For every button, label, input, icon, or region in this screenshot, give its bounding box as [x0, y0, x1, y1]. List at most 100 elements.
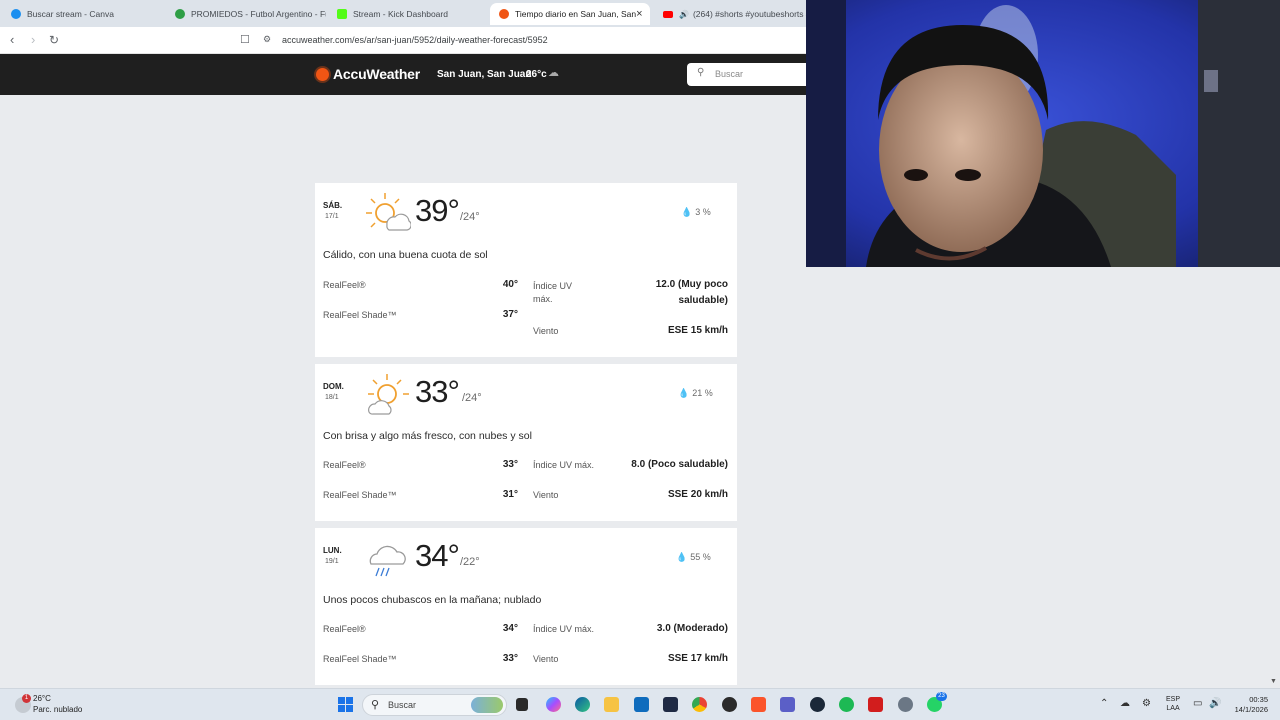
- site-search-input[interactable]: ⚲ Buscar: [687, 63, 817, 86]
- forecast-high: 34°: [415, 538, 460, 573]
- partly-sunny-icon: [366, 193, 411, 231]
- flash-app-icon[interactable]: [868, 697, 883, 712]
- precipitation: 💧 21 %: [678, 388, 713, 399]
- forecast-day: DOM.: [323, 382, 344, 391]
- outlook-icon[interactable]: [634, 697, 649, 712]
- steam-icon[interactable]: [810, 697, 825, 712]
- realfeel-value: 40°: [502, 279, 518, 290]
- tab-label: Stream - Kick Dashboard: [353, 9, 448, 19]
- search-placeholder: Buscar: [715, 69, 744, 79]
- realfeel-label: RealFeel®: [323, 460, 366, 470]
- brave-icon[interactable]: [751, 697, 766, 712]
- canva-icon: [11, 9, 21, 19]
- forecast-date: 18/1: [325, 394, 339, 401]
- forecast-phrase: Con brisa y algo más fresco, con nubes y…: [323, 430, 532, 442]
- forecast-day: SÁB.: [323, 201, 343, 210]
- realfeel-value: 34°: [502, 623, 518, 634]
- wind-value: ESE 15 km/h: [667, 325, 728, 336]
- search-icon: ⚲: [697, 67, 705, 78]
- whatsapp-badge: 23: [936, 692, 947, 701]
- rain-showers-icon: [369, 545, 406, 577]
- forecast-card[interactable]: DOM. 18/1 33° /24° 💧 21 % Con brisa y alg…: [315, 364, 737, 521]
- wind-label: Viento: [533, 490, 559, 500]
- forecast-card[interactable]: SÁB. 17/1 39° /24° 💧 3 % Cálido, con una …: [315, 183, 737, 357]
- webcam-overlay: [806, 0, 1280, 267]
- forecast-high: 39°: [415, 193, 460, 228]
- tab-accuweather[interactable]: Tiempo diario en San Juan, San ×: [490, 3, 650, 25]
- task-view-icon[interactable]: [516, 698, 528, 711]
- site-info-icon[interactable]: ⚙: [263, 34, 271, 45]
- forecast-low: /24°: [460, 211, 480, 223]
- uv-label: Índice UV máx.: [533, 460, 595, 470]
- realfeel-shade-value: 31°: [502, 489, 518, 500]
- uv-value: 3.0 (Moderado): [656, 623, 728, 634]
- windows-start-icon[interactable]: [338, 697, 353, 712]
- scroll-down-icon[interactable]: ▼: [1270, 678, 1277, 685]
- precip-value: 55 %: [690, 552, 711, 562]
- tab-canva[interactable]: Buscar stream - Canva: [2, 3, 162, 25]
- file-explorer-icon[interactable]: [604, 697, 619, 712]
- bookmark-icon[interactable]: ☐: [240, 33, 250, 46]
- realfeel-shade-label: RealFeel Shade™: [323, 654, 397, 664]
- store-icon[interactable]: [663, 697, 678, 712]
- accuweather-logo[interactable]: AccuWeather: [316, 66, 420, 82]
- forward-icon[interactable]: ›: [31, 32, 35, 47]
- uv-label: Índice UV máx.: [533, 624, 595, 634]
- realfeel-value: 33°: [502, 459, 518, 470]
- taskbar-search-input[interactable]: ⚲ Buscar: [362, 694, 507, 716]
- uv-value-cont: saludable): [678, 295, 728, 306]
- forecast-date: 17/1: [325, 213, 339, 220]
- network-tray-icon[interactable]: ☁: [1120, 698, 1130, 709]
- reload-icon[interactable]: ↻: [49, 33, 59, 47]
- tab-youtube[interactable]: 🔊 (264) #shorts #youtubeshorts #s: [654, 3, 806, 25]
- forecast-low: /24°: [462, 392, 482, 404]
- teams-icon[interactable]: [780, 697, 795, 712]
- uv-label-cont: máx.: [533, 294, 553, 304]
- chevron-up-icon[interactable]: ⌃: [1100, 698, 1108, 709]
- precipitation: 💧 3 %: [681, 207, 711, 218]
- back-icon[interactable]: ‹: [10, 32, 14, 47]
- forecast-card[interactable]: LUN. 19/1 34° /22° 💧 55 % Unos pocos chub…: [315, 528, 737, 685]
- volume-icon[interactable]: 🔊: [1209, 698, 1221, 709]
- tab-promiedos[interactable]: PROMIEDOS - Futbol Argentino - Fu: [166, 3, 326, 25]
- uv-value: 8.0 (Poco saludable): [631, 459, 728, 470]
- accuweather-icon: [499, 9, 509, 19]
- precipitation: 💧 55 %: [676, 552, 711, 563]
- current-location[interactable]: San Juan, San Juan: [437, 69, 531, 80]
- precip-value: 21 %: [692, 388, 713, 398]
- forecast-phrase: Cálido, con una buena cuota de sol: [323, 249, 488, 261]
- webcam-feed: [806, 0, 1280, 267]
- edge-icon[interactable]: [575, 697, 590, 712]
- clock-date: 14/1/2026: [1234, 705, 1268, 714]
- forecast-phrase: Unos pocos chubascos en la mañana; nubla…: [323, 594, 542, 606]
- weather-temp: 26°C: [33, 694, 51, 703]
- tab-label: (264) #shorts #youtubeshorts #s: [692, 9, 806, 19]
- chrome-icon[interactable]: [692, 697, 707, 712]
- settings-gear-icon[interactable]: [898, 697, 913, 712]
- notification-badge: 1: [22, 694, 31, 703]
- forecast-day: LUN.: [323, 546, 342, 555]
- tab-kick[interactable]: Stream - Kick Dashboard: [328, 3, 488, 25]
- clock-time: 00:35: [1249, 695, 1268, 704]
- copilot-icon[interactable]: [546, 697, 561, 712]
- speaker-icon[interactable]: 🔊: [679, 10, 689, 19]
- kick-icon: [337, 9, 347, 19]
- current-temperature: 26°c: [526, 69, 547, 80]
- obs-icon[interactable]: [722, 697, 737, 712]
- clock[interactable]: 00:35 14/1/2026: [1226, 695, 1268, 715]
- url-field[interactable]: accuweather.com/es/ar/san-juan/5952/dail…: [282, 35, 548, 45]
- forecast-high: 33°: [415, 374, 460, 409]
- language-indicator[interactable]: ESP LAA: [1166, 695, 1180, 713]
- drop-icon: 💧: [676, 552, 688, 562]
- tab-label: Buscar stream - Canva: [27, 9, 114, 19]
- microphone-icon[interactable]: ⚙: [1142, 698, 1151, 709]
- display-icon[interactable]: ▭: [1193, 698, 1202, 709]
- realfeel-label: RealFeel®: [323, 624, 366, 634]
- spotify-icon[interactable]: [839, 697, 854, 712]
- drop-icon: 💧: [681, 207, 693, 217]
- sun-logo-icon: [316, 67, 329, 81]
- close-tab-icon[interactable]: ×: [636, 8, 642, 20]
- partly-sunny-icon: [368, 374, 409, 415]
- weather-desc: Parc. nublado: [33, 705, 83, 714]
- realfeel-shade-label: RealFeel Shade™: [323, 490, 397, 500]
